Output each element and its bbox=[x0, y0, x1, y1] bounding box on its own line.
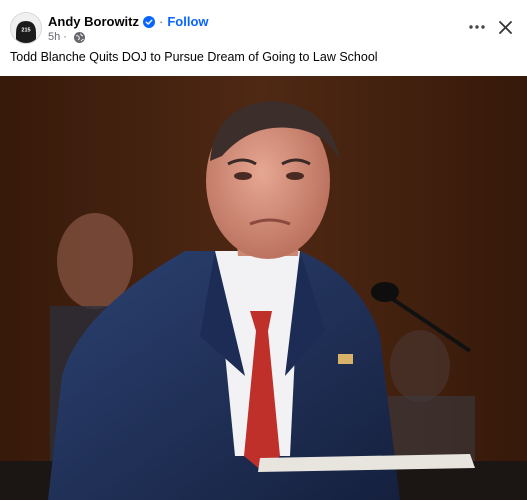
more-options-button[interactable] bbox=[462, 14, 492, 40]
globe-icon bbox=[73, 31, 85, 43]
post-photo[interactable] bbox=[0, 76, 527, 500]
post-text: Todd Blanche Quits DOJ to Pursue Dream o… bbox=[10, 50, 378, 64]
author-avatar[interactable]: 215 bbox=[10, 12, 42, 44]
post-meta: 5h · bbox=[48, 30, 85, 44]
verified-badge-icon bbox=[143, 15, 155, 28]
author-name[interactable]: Andy Borowitz bbox=[48, 14, 139, 29]
photo-image bbox=[0, 76, 527, 500]
avatar-label: 215 bbox=[21, 28, 30, 34]
follow-button[interactable]: Follow bbox=[167, 14, 208, 29]
more-options-icon bbox=[469, 25, 485, 29]
close-icon bbox=[498, 20, 512, 34]
avatar-image: 215 bbox=[11, 13, 41, 43]
post-header: 215 Andy Borowitz · Follow 5h · bbox=[0, 0, 527, 48]
post-timestamp[interactable]: 5h bbox=[48, 31, 60, 43]
author-row: Andy Borowitz · Follow bbox=[48, 12, 209, 30]
close-button[interactable] bbox=[492, 14, 518, 40]
separator-dot: · bbox=[159, 13, 164, 29]
meta-separator: · bbox=[63, 31, 67, 43]
